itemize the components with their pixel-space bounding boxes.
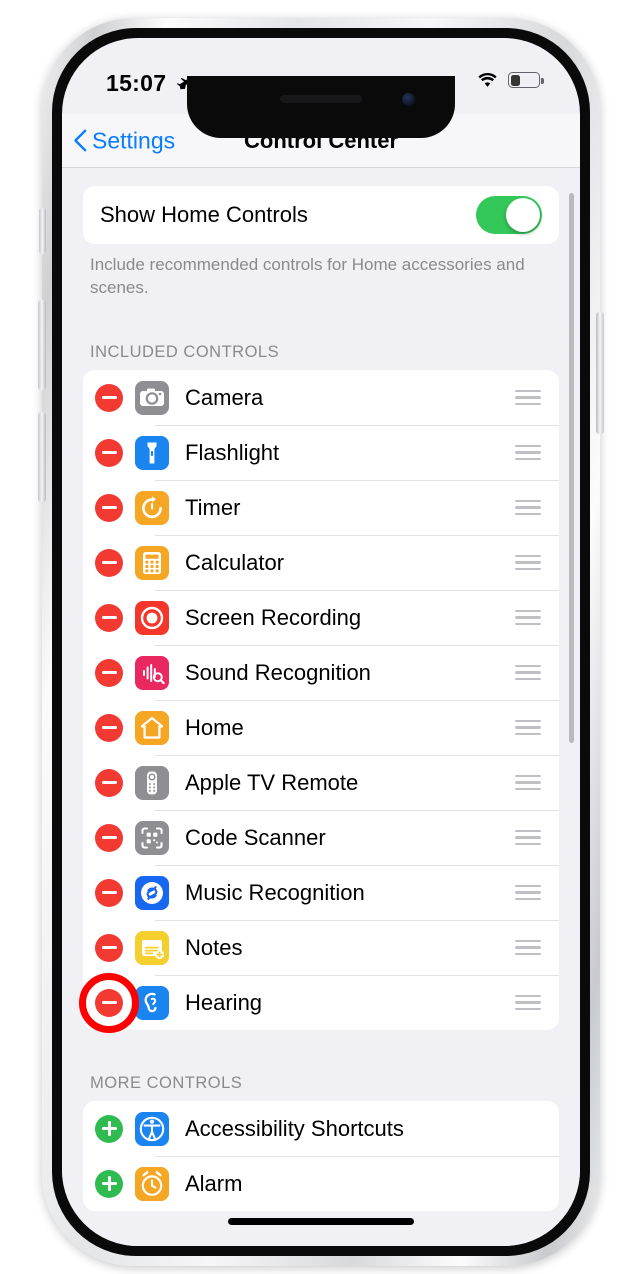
reorder-handle-icon[interactable] xyxy=(515,829,543,846)
reorder-handle-icon[interactable] xyxy=(515,444,543,461)
add-button-alarm[interactable] xyxy=(95,1169,123,1198)
status-time: 15:07 xyxy=(106,70,167,96)
front-camera xyxy=(402,93,415,106)
list-item-label: Accessibility Shortcuts xyxy=(185,1115,404,1141)
reorder-handle-icon[interactable] xyxy=(515,719,543,736)
notch xyxy=(187,76,455,138)
reorder-handle-icon[interactable] xyxy=(515,554,543,571)
sound-recognition-icon xyxy=(135,655,169,690)
list-item[interactable]: Calculator xyxy=(83,535,559,591)
scroll-indicator[interactable] xyxy=(569,193,574,743)
list-item-label: Hearing xyxy=(185,989,263,1015)
list-item[interactable]: Alarm xyxy=(83,1156,559,1212)
home-controls-footnote: Include recommended controls for Home ac… xyxy=(90,255,525,297)
alarm-icon xyxy=(135,1166,169,1201)
list-item-label: Sound Recognition xyxy=(185,659,371,685)
list-item[interactable]: Hearing xyxy=(83,975,559,1031)
list-item[interactable]: Camera xyxy=(83,370,559,426)
apple-tv-remote-icon xyxy=(135,765,169,800)
list-item[interactable]: Accessibility Shortcuts xyxy=(83,1101,559,1157)
remove-button-code-scanner[interactable] xyxy=(95,823,123,852)
accessibility-icon xyxy=(135,1111,169,1146)
volume-down-button[interactable] xyxy=(38,412,46,502)
notes-icon xyxy=(135,930,169,965)
battery-icon xyxy=(508,72,544,88)
list-item-label: Camera xyxy=(185,384,264,410)
more-controls-header: MORE CONTROLS xyxy=(90,1074,243,1093)
remove-button-home[interactable] xyxy=(95,713,123,742)
home-icon xyxy=(135,710,169,745)
timer-icon xyxy=(135,490,169,525)
list-item-label: Alarm xyxy=(185,1170,243,1196)
show-home-controls-row[interactable]: Show Home Controls xyxy=(83,186,559,244)
list-item-label: Calculator xyxy=(185,549,285,575)
music-recognition-icon xyxy=(135,875,169,910)
hearing-icon xyxy=(135,985,169,1020)
status-right-cluster xyxy=(476,71,544,89)
code-scanner-icon xyxy=(135,820,169,855)
remove-button-music-recognition[interactable] xyxy=(95,878,123,907)
volume-up-button[interactable] xyxy=(38,300,46,390)
list-item[interactable]: Code Scanner xyxy=(83,810,559,866)
list-item[interactable]: Music Recognition xyxy=(83,865,559,921)
list-item-label: Flashlight xyxy=(185,439,280,465)
battery-fill xyxy=(510,74,521,86)
reorder-handle-icon[interactable] xyxy=(515,939,543,956)
remove-button-sound-recognition[interactable] xyxy=(95,658,123,687)
list-item-label: Notes xyxy=(185,934,243,960)
reorder-handle-icon[interactable] xyxy=(515,664,543,681)
reorder-handle-icon[interactable] xyxy=(515,774,543,791)
show-home-controls-label: Show Home Controls xyxy=(100,202,308,227)
power-button[interactable] xyxy=(596,312,604,434)
remove-button-timer[interactable] xyxy=(95,493,123,522)
camera-icon xyxy=(135,380,169,415)
list-item[interactable]: Notes xyxy=(83,920,559,976)
more-controls-list: Accessibility Shortcuts Alarm xyxy=(83,1101,559,1212)
remove-button-hearing[interactable] xyxy=(95,988,123,1017)
calculator-icon xyxy=(135,545,169,580)
screen-recording-icon xyxy=(135,600,169,635)
list-item[interactable]: Sound Recognition xyxy=(83,645,559,701)
flashlight-icon xyxy=(135,435,169,470)
reorder-handle-icon[interactable] xyxy=(515,884,543,901)
reorder-handle-icon[interactable] xyxy=(515,499,543,516)
remove-button-notes[interactable] xyxy=(95,933,123,962)
remove-button-camera[interactable] xyxy=(95,383,123,412)
list-item[interactable]: Timer xyxy=(83,480,559,536)
list-item-label: Music Recognition xyxy=(185,879,365,905)
list-item-label: Apple TV Remote xyxy=(185,769,359,795)
list-item-label: Home xyxy=(185,714,244,740)
add-button-accessibility-shortcuts[interactable] xyxy=(95,1114,123,1143)
list-item[interactable]: Flashlight xyxy=(83,425,559,481)
settings-scroll-view[interactable]: Show Home Controls Include recommended c… xyxy=(62,168,580,1246)
mute-switch-button[interactable] xyxy=(39,208,46,254)
show-home-controls-toggle[interactable] xyxy=(476,196,542,234)
screenshot-stage: 15:07 Settings Control Center Show Home … xyxy=(0,0,642,1274)
list-item[interactable]: Screen Recording xyxy=(83,590,559,646)
reorder-handle-icon[interactable] xyxy=(515,609,543,626)
list-item[interactable]: Apple TV Remote xyxy=(83,755,559,811)
home-controls-card: Show Home Controls xyxy=(83,186,559,244)
list-item[interactable]: Home xyxy=(83,700,559,756)
remove-button-flashlight[interactable] xyxy=(95,438,123,467)
remove-button-apple-tv-remote[interactable] xyxy=(95,768,123,797)
list-item-label: Timer xyxy=(185,494,241,520)
wifi-icon xyxy=(478,72,497,87)
earpiece-speaker xyxy=(280,95,362,103)
list-item-label: Code Scanner xyxy=(185,824,326,850)
remove-button-screen-recording[interactable] xyxy=(95,603,123,632)
phone-screen: 15:07 Settings Control Center Show Home … xyxy=(62,38,580,1246)
reorder-handle-icon[interactable] xyxy=(515,994,543,1011)
list-item-label: Screen Recording xyxy=(185,604,362,630)
home-indicator[interactable] xyxy=(228,1218,414,1225)
toggle-knob xyxy=(506,198,540,232)
reorder-handle-icon[interactable] xyxy=(515,389,543,406)
remove-button-calculator[interactable] xyxy=(95,548,123,577)
included-controls-header: INCLUDED CONTROLS xyxy=(90,343,280,362)
included-controls-list: Camera Flashlight Timer Calculator Screen Re… xyxy=(83,370,559,1031)
